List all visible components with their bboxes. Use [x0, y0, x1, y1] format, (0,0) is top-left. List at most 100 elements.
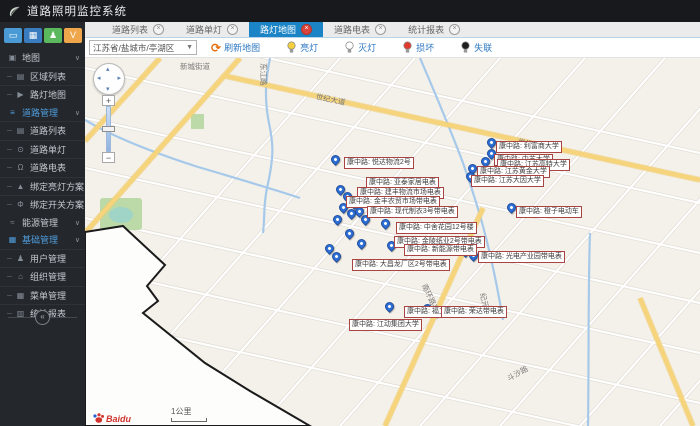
menu-icon: ≡ — [10, 107, 15, 117]
road-label: 东江路 — [259, 63, 268, 86]
legend-损坏[interactable]: 损坏 — [402, 41, 434, 54]
app-title: 道路照明监控系统 — [27, 6, 127, 18]
sidebar-section-能源管理[interactable]: ≈ 能源管理 ∨ — [0, 214, 85, 232]
sidebar-collapse-button[interactable]: « — [35, 310, 50, 325]
sidebar-item-区域列表[interactable]: ▤ 区域列表 — [0, 66, 85, 86]
app-header: 道路照明监控系统 — [0, 0, 700, 22]
bulb-icon — [345, 41, 354, 53]
legend-灭灯[interactable]: 灭灯 — [344, 41, 376, 54]
app-button-monitor[interactable]: ▭ — [4, 28, 22, 43]
tab-道路单灯[interactable]: 道路单灯 × — [175, 22, 249, 37]
menu-label: 道路电表 — [30, 163, 67, 174]
legend-label: 亮灯 — [300, 43, 319, 53]
sidebar-section-地图[interactable]: ▣ 地图 ∨ — [0, 49, 85, 67]
district-boundary — [85, 224, 312, 426]
marker-label: 康中路: 利富商大学 — [496, 141, 562, 153]
baidu-logo: Baidu — [92, 413, 131, 424]
refresh-label: 刷新地图 — [224, 43, 261, 53]
tab-label: 道路列表 — [112, 25, 149, 35]
sidebar-item-道路电表[interactable]: Ω 道路电表 — [0, 158, 85, 177]
legend-label: 损坏 — [416, 43, 435, 53]
app-switcher: ▭ ▦ ♟ V — [0, 22, 85, 47]
tab-道路电表[interactable]: 道路电表 × — [323, 22, 397, 37]
marker-label: 康中路: 悦达物流2号 — [344, 157, 414, 169]
marker-label: 康中路: 橙子电动车 — [516, 206, 582, 218]
zoom-slider-handle[interactable] — [102, 126, 115, 132]
sidebar-section-基础管理[interactable]: ▦ 基础管理 ∨ — [0, 231, 85, 249]
sidebar-item-道路列表[interactable]: ▤ 道路列表 — [0, 121, 85, 140]
bulb-icon — [287, 41, 296, 53]
tab-close-icon[interactable]: × — [301, 24, 313, 35]
menu-label: 菜单管理 — [30, 290, 67, 301]
grid-icon: ▦ — [8, 235, 17, 245]
marker-label: 康中路: 江苏大因大学 — [471, 175, 544, 187]
map-zoom-bar: + − — [102, 95, 115, 163]
sidebar-item-菜单管理[interactable]: ▦ 菜单管理 — [0, 285, 85, 305]
menu-label: 道路管理 — [22, 107, 59, 118]
pan-down-icon[interactable]: ▾ — [106, 85, 110, 93]
tab-路灯地图[interactable]: 路灯地图 × — [249, 22, 324, 37]
tab-bar: 道路列表 × 道路单灯 × 路灯地图 × 道路电表 × 统计报表 × — [85, 22, 700, 38]
map-toolbar: 江苏省/盐城市/亭湖区 ▼ ⟳ 刷新地图 亮灯 灭灯 损坏 失联 — [85, 38, 700, 58]
pan-up-icon[interactable]: ▴ — [106, 65, 110, 73]
refresh-map-button[interactable]: ⟳ 刷新地图 — [211, 41, 260, 54]
legend-label: 灭灯 — [358, 43, 377, 53]
scheme-icon: ▲ — [16, 181, 25, 191]
tab-close-icon[interactable]: × — [227, 24, 239, 35]
region-select[interactable]: 江苏省/盐城市/亭湖区 ▼ — [89, 40, 197, 55]
tab-close-icon[interactable]: × — [375, 24, 387, 35]
sidebar: ▭ ▦ ♟ V ▣ 地图 ∨ ▤ 区域列表 ▶ 路灯地图 ≡ 道路管理 ∨ ▤ 道路列表 ⊙ 道路单灯 Ω 道路电表… — [0, 22, 85, 426]
baidu-logo-text: Baidu — [106, 414, 132, 424]
menu-label: 道路列表 — [30, 126, 67, 137]
app-button-user[interactable]: ♟ — [44, 28, 62, 43]
map-canvas[interactable]: ▴ ▾ ◂ ▸ + − 新城街道东江路世纪大道世纪大道南环路高架纪元路斗沙路康中… — [85, 58, 700, 426]
tab-close-icon[interactable]: × — [449, 24, 461, 35]
sidebar-item-用户管理[interactable]: ♟ 用户管理 — [0, 248, 85, 268]
sidebar-section-道路管理[interactable]: ≡ 道路管理 ∨ — [0, 104, 85, 122]
zoom-in-button[interactable]: + — [102, 95, 115, 106]
menu-label: 绑定亮灯方案 — [30, 181, 85, 192]
region-select-value: 江苏省/盐城市/亭湖区 — [93, 42, 175, 53]
sidebar-item-绑定开关方案[interactable]: Φ 绑定开关方案 — [0, 195, 85, 214]
tab-道路列表[interactable]: 道路列表 × — [101, 22, 175, 37]
sidebar-item-道路单灯[interactable]: ⊙ 道路单灯 — [0, 139, 85, 159]
table-icon: ▦ — [16, 290, 25, 300]
sidebar-item-组织管理[interactable]: ⌂ 组织管理 — [0, 267, 85, 286]
menu-label: 道路单灯 — [30, 144, 67, 155]
menu-label: 地图 — [22, 53, 41, 64]
bulb-icon — [461, 41, 470, 53]
tab-label: 路灯地图 — [260, 25, 297, 35]
marker-label: 康中路: 荣达带电表 — [441, 306, 507, 318]
app-logo-leaf-icon — [9, 6, 20, 16]
chevron-down-icon: ∨ — [74, 237, 80, 244]
legend-亮灯[interactable]: 亮灯 — [286, 41, 318, 54]
marker-label: 康中路: 现代制衣3号带电表 — [367, 206, 458, 218]
app-button-grid[interactable]: ▦ — [24, 28, 42, 43]
app-button-shield[interactable]: V — [64, 28, 82, 43]
menu-label: 绑定开关方案 — [30, 200, 85, 211]
pond-area — [109, 207, 133, 223]
pan-right-icon[interactable]: ▸ — [117, 74, 121, 82]
refresh-icon: ⟳ — [211, 40, 222, 55]
legend-label: 失联 — [474, 43, 493, 53]
marker-label: 康中路: 江动集团大学 — [349, 319, 422, 331]
sidebar-item-路灯地图[interactable]: ▶ 路灯地图 — [0, 85, 85, 104]
zoom-out-button[interactable]: − — [102, 152, 115, 163]
map-pan-compass[interactable]: ▴ ▾ ◂ ▸ — [93, 63, 125, 95]
pin-icon: ⊙ — [17, 144, 24, 154]
list-icon: ▤ — [16, 71, 25, 81]
status-legend: 亮灯 灭灯 损坏 失联 — [260, 41, 492, 54]
menu-label: 用户管理 — [30, 253, 67, 264]
menu-label: 组织管理 — [30, 272, 67, 283]
sidebar-item-绑定亮灯方案[interactable]: ▲ 绑定亮灯方案 — [0, 176, 85, 196]
meter-icon: Ω — [17, 163, 24, 173]
tab-统计报表[interactable]: 统计报表 × — [397, 22, 471, 37]
pan-left-icon[interactable]: ◂ — [97, 74, 101, 82]
tab-label: 统计报表 — [408, 25, 445, 35]
legend-失联[interactable]: 失联 — [460, 41, 492, 54]
menu-label: 基础管理 — [22, 235, 59, 246]
chevron-down-icon: ▼ — [186, 44, 193, 51]
tab-close-icon[interactable]: × — [153, 24, 165, 35]
chevron-down-icon: ∨ — [74, 55, 80, 62]
marker-label: 康中路: 光电产业园带电表 — [478, 251, 565, 263]
